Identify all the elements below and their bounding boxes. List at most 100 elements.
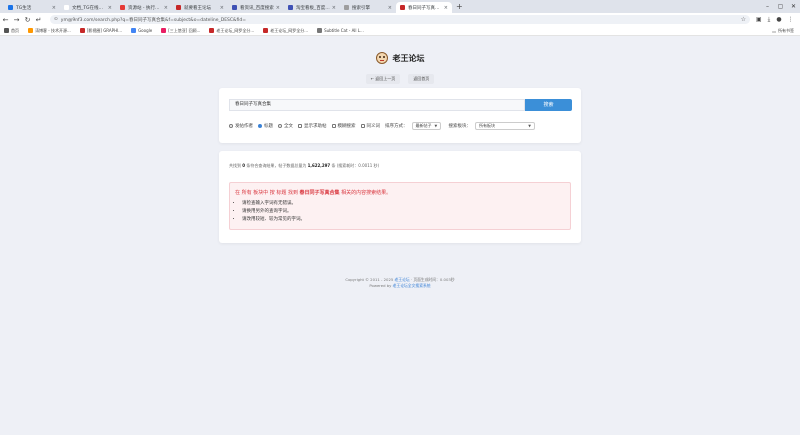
browser-tab[interactable]: TG生活 ×: [4, 2, 60, 13]
checkbox[interactable]: [360, 124, 365, 128]
alert-term: 春日同子写真合集: [299, 190, 340, 196]
address-bar[interactable]: ⊙ ym@9nf3.com/search.php?q=春日同子写真合集&f=su…: [50, 15, 750, 24]
close-window-button[interactable]: ✕: [787, 0, 800, 13]
powered-line: Powered by 老王论坛全文搜索系统: [0, 283, 800, 289]
tab-label: 搜索引擎: [352, 5, 370, 11]
radio-button[interactable]: [258, 124, 262, 128]
checkbox[interactable]: [331, 124, 336, 128]
results-card: 共找到 0 条符合查询结果，帖子数据总量为 1,622,297 条 (搜索耗时：…: [219, 151, 581, 243]
search-option-4[interactable]: 模糊搜索: [331, 123, 356, 129]
profile-icon[interactable]: ●: [776, 16, 781, 24]
browser-tab[interactable]: 淘宝看板_百度搜索×: [284, 2, 340, 13]
bookmark-favicon-icon: [317, 28, 323, 33]
minimize-button[interactable]: –: [761, 0, 774, 13]
bookmark-favicon-icon: [161, 28, 167, 33]
bookmark-item[interactable]: 老王论坛_网罗全分...: [263, 28, 308, 34]
page-footer: Copyright © 2011 - 2025 老王论坛 · 页面生成时间：0.…: [0, 277, 800, 289]
tab-label: 资源站 - 执行任务解密管理 - MVC: [128, 5, 162, 11]
bookmark-item[interactable]: Subtitle Cat - All L...: [317, 28, 364, 34]
history-arrow-icon[interactable]: ↵: [33, 16, 44, 24]
browser-tab[interactable]: 看资讯_百度搜索 ×: [228, 2, 284, 13]
bookmark-star-icon[interactable]: ☆: [741, 16, 746, 23]
address-toolbar: ← → ↻ ↵ ⊙ ym@9nf3.com/search.php?q=春日同子写…: [0, 13, 800, 26]
radio-button[interactable]: [278, 124, 282, 128]
bookmark-item[interactable]: [三上悠亚] 回顾...: [161, 28, 200, 34]
search-option-3[interactable]: 显示求助帖: [298, 123, 327, 129]
tab-favicon-icon: [120, 5, 125, 10]
bookmark-item[interactable]: 涛博客 - 技术开源...: [28, 28, 71, 34]
bookmark-item[interactable]: 首页: [4, 28, 19, 34]
tab-label: 淘宝看板_百度搜索: [296, 5, 330, 11]
browser-tab[interactable]: 春日同子写真合集 - 老王论坛×: [396, 2, 452, 13]
back-arrow-icon[interactable]: ←: [0, 16, 11, 24]
browser-tab[interactable]: 搜索引擎 ×: [340, 2, 396, 13]
maximize-button[interactable]: ▢: [774, 0, 787, 13]
tab-close-icon[interactable]: ×: [220, 5, 224, 11]
option-label: 全文: [284, 124, 293, 129]
bookmark-label: [三上悠亚] 回顾...: [168, 27, 201, 33]
search-option-0[interactable]: 发帖作者: [229, 123, 253, 129]
copyright-link[interactable]: 老王论坛: [395, 277, 410, 282]
download-icon[interactable]: ⤓: [768, 16, 771, 24]
stats-mid: 条符合查询结果，帖子数据总量为: [246, 163, 307, 168]
checkbox[interactable]: [298, 124, 302, 128]
bookmark-item[interactable]: [影视圈] GRAPHI...: [79, 28, 122, 34]
sort-select[interactable]: 最新帖子 ▼: [411, 122, 441, 130]
sub-navigation: ← 返回上一页 返回首页: [0, 74, 800, 84]
section-label: 搜索板块：: [448, 124, 472, 129]
all-bookmarks[interactable]: ▭ 所有书签: [772, 28, 794, 34]
search-card: 春日同子写真合集 搜索 发帖作者 标题 全文 显示求助帖 模糊搜索 同义词 排序方式： 最…: [219, 88, 581, 143]
url-text[interactable]: ym@9nf3.com/search.php?q=春日同子写真合集&f=subj…: [61, 17, 741, 23]
back-button[interactable]: ← 返回上一页: [365, 74, 401, 84]
browser-tab[interactable]: 资源站 - 执行任务解密管理 - MVC×: [116, 2, 172, 13]
copyright-suffix: · 页面生成时间：0.003秒: [409, 277, 455, 282]
tab-favicon-icon: [176, 5, 181, 10]
window-controls: – ▢ ✕: [761, 0, 800, 13]
search-option-5[interactable]: 同义词: [360, 123, 381, 129]
radio-button[interactable]: [229, 124, 233, 128]
site-logo[interactable]: 老王论坛: [0, 52, 800, 64]
powered-link[interactable]: 老王论坛全文搜索系统: [393, 283, 431, 288]
tab-label: 文档_TG在线调用基于TG网站: [72, 5, 106, 11]
alert-suffix: 相关的内容搜索结果。: [341, 190, 392, 196]
tab-close-icon[interactable]: ×: [388, 5, 392, 11]
suggestion-item: 请改用较短、较为常见的字词。: [242, 216, 305, 224]
search-options: 发帖作者 标题 全文 显示求助帖 模糊搜索 同义词 排序方式： 最新帖子 ▼ 搜索板块： …: [229, 122, 543, 130]
tab-close-icon[interactable]: ×: [332, 5, 336, 11]
tab-close-icon[interactable]: ×: [108, 5, 112, 11]
reload-icon[interactable]: ↻: [22, 16, 33, 24]
option-label: 发帖作者: [235, 124, 253, 129]
tab-close-icon[interactable]: ×: [276, 5, 280, 11]
bookmark-item[interactable]: Google: [131, 28, 152, 34]
new-tab-button[interactable]: +: [456, 2, 463, 11]
section-select[interactable]: 所有板块 ▼: [475, 122, 535, 130]
tab-label: TG生活: [16, 5, 32, 11]
bookmarks-bar: 首页 涛博客 - 技术开源... [影视圈] GRAPHI... Google [三上悠…: [0, 26, 800, 36]
search-input[interactable]: 春日同子写真合集: [229, 99, 525, 111]
menu-icon[interactable]: ⋮: [788, 16, 794, 24]
home-button[interactable]: 返回首页: [408, 74, 435, 84]
section-select-value: 所有板块: [479, 123, 495, 128]
chevron-down-icon: ▼: [528, 124, 531, 128]
browser-tab[interactable]: 文档_TG在线调用基于TG网站×: [60, 2, 116, 13]
bookmark-favicon-icon: [79, 28, 85, 33]
extension-icon[interactable]: ▣: [756, 16, 762, 24]
tab-close-icon[interactable]: ×: [444, 5, 448, 11]
tab-favicon-icon: [232, 5, 237, 10]
tab-favicon-icon: [64, 5, 69, 10]
tab-favicon-icon: [288, 5, 293, 10]
browser-tab[interactable]: 就要看王论坛 ×: [172, 2, 228, 13]
option-label: 同义词: [366, 124, 381, 129]
site-title: 老王论坛: [392, 53, 425, 63]
folder-icon: ▭: [772, 28, 776, 34]
chevron-down-icon: ▼: [434, 124, 438, 128]
search-option-2[interactable]: 全文: [278, 123, 293, 129]
bookmark-item[interactable]: 老王论坛_网罗全分...: [209, 28, 254, 34]
tab-close-icon[interactable]: ×: [164, 5, 168, 11]
site-info-icon[interactable]: ⊙: [54, 17, 58, 22]
bookmark-favicon-icon: [209, 28, 215, 33]
search-button[interactable]: 搜索: [525, 99, 572, 111]
tab-close-icon[interactable]: ×: [52, 5, 56, 11]
search-option-1[interactable]: 标题: [258, 123, 273, 129]
forward-arrow-icon[interactable]: →: [11, 16, 22, 24]
